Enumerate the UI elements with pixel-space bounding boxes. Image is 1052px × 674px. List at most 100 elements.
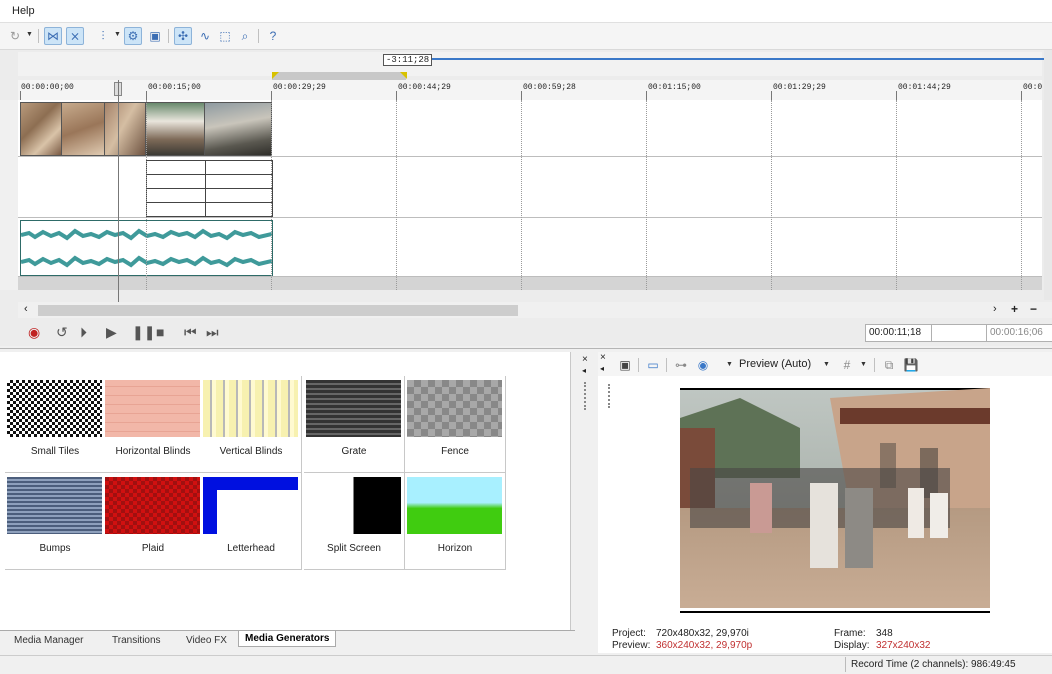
ripple-edit-icon[interactable]: ⫶ [94,27,112,45]
time-ruler[interactable]: 00:00:00;00 00:00:15;00 00:00:29;29 00:0… [18,80,1042,101]
envelope-tool-icon[interactable]: ∿ [196,27,214,45]
save-snapshot-icon[interactable]: 💾 [902,356,920,374]
generator-fence[interactable]: Fence [405,376,506,473]
generator-label: Horizontal Blinds [115,446,191,457]
project-properties-icon[interactable]: ▣ [616,356,634,374]
ruler-label: 00:01:29;29 [773,83,826,92]
pause-icon[interactable]: ❚❚ [132,324,155,341]
bumps-thumb [7,477,102,534]
generator-grate[interactable]: Grate [304,376,405,473]
empty-track-area [18,277,1042,290]
ripple-dropdown-icon[interactable]: ▼ [114,31,121,38]
frame-value: 348 [876,628,893,639]
external-monitor-icon[interactable]: ▭ [644,356,662,374]
scroll-thumb[interactable] [38,305,518,316]
checker-thumb [7,380,102,437]
preview-gripper [598,380,618,420]
close-icon[interactable]: × [600,352,606,363]
blinds-h-thumb [105,380,200,437]
quality-dropdown-icon[interactable]: ▼ [823,361,830,368]
plaid-thumb [105,477,200,534]
go-to-start-icon[interactable]: ⏮ [184,324,197,341]
record-icon[interactable]: ◉ [28,324,40,341]
tab-media-manager[interactable]: Media Manager [8,633,89,648]
whats-this-help-icon[interactable]: ? [264,27,282,45]
tab-transitions[interactable]: Transitions [106,633,167,648]
copy-snapshot-icon[interactable]: ⧉ [880,356,898,374]
lock-envelopes-icon[interactable]: ⚙ [124,27,142,45]
generated-media-event[interactable] [146,160,206,217]
loop-start-handle[interactable] [272,72,279,79]
video-clip[interactable] [104,102,146,156]
preview-info: Project: 720x480x32, 29,970i Preview: 36… [598,627,1052,653]
generator-label: Split Screen [327,543,381,554]
selection-tool-icon[interactable]: ⬚ [216,27,234,45]
close-icon[interactable]: × [582,354,588,365]
zoom-out-icon[interactable]: − [1030,302,1037,316]
preview-quality-dropdown[interactable]: Preview (Auto) [739,358,811,370]
panel-splitter[interactable]: × ◂ [576,352,596,652]
transport-bar: ◉ ↺ ⏵ ▶ ❚❚ ■ ⏮ ⏭ 00:00:11;18 00:00:16;06 [18,320,1052,346]
video-output-fx-icon[interactable]: ◉ [694,356,712,374]
video-clip[interactable] [204,102,272,156]
scroll-right-icon[interactable]: › [993,303,997,315]
cursor-time-label: -3:11;28 [383,54,433,66]
zoom-in-icon[interactable]: + [1011,302,1018,316]
generator-label: Horizon [437,543,473,554]
collapse-icon[interactable]: ◂ [600,364,604,373]
status-bar: Record Time (2 channels): 986:49:45 [0,655,1052,674]
timeline-vertical-scrollbar[interactable] [1044,50,1052,300]
go-to-end-icon[interactable]: ⏭ [206,324,219,341]
video-clip[interactable] [145,102,205,156]
generator-label: Grate [341,446,367,457]
selection-length-field[interactable]: 00:00:16;06 [986,324,1052,342]
loop-end-handle[interactable] [400,72,407,79]
gripper-icon[interactable] [584,382,588,410]
dropdown-icon[interactable]: ▼ [726,361,733,368]
play-from-start-icon[interactable]: ⏵ [80,324,87,341]
cursor-position-field[interactable]: 00:00:11;18 [865,324,932,342]
track-area[interactable] [18,100,1042,290]
ruler-label: 00:00:44;29 [398,83,451,92]
auto-crossfade-icon[interactable]: ⨯ [66,27,84,45]
generator-horizontal-blinds[interactable]: Horizontal Blinds [103,376,204,473]
loop-region[interactable] [272,72,406,80]
video-clip[interactable] [20,102,62,156]
stop-icon[interactable]: ■ [156,324,164,340]
generator-vertical-blinds[interactable]: Vertical Blinds [201,376,302,473]
generator-bumps[interactable]: Bumps [5,473,106,570]
tab-media-generators[interactable]: Media Generators [238,631,337,647]
video-clip[interactable] [61,102,105,156]
snapping-icon[interactable]: ⋈ [44,27,62,45]
ruler-label: 00:00:15;00 [148,83,201,92]
generator-horizon[interactable]: Horizon [405,473,506,570]
playhead-line [118,80,119,302]
selection-start-field[interactable] [931,324,988,342]
redo-dropdown-icon[interactable]: ▼ [26,31,33,38]
selection-line [426,58,1046,60]
redo-icon[interactable]: ↻ [6,27,24,45]
window-docking-tabs: Media Manager Transitions Video FX Media… [0,630,575,651]
generator-split-screen[interactable]: Split Screen [304,473,405,570]
ruler-label: 00:00:00;00 [21,83,74,92]
overlays-grid-icon[interactable]: # [838,356,856,374]
ruler-label: 00:01:44;29 [898,83,951,92]
ignore-grouping-icon[interactable]: ▣ [146,27,164,45]
ruler-label: 00:0 [1023,83,1043,92]
generator-small-tiles[interactable]: Small Tiles [5,376,106,473]
generator-letterhead[interactable]: Letterhead [201,473,302,570]
normal-edit-tool-icon[interactable]: ✣ [174,27,192,45]
generated-media-event[interactable] [205,160,273,217]
collapse-icon[interactable]: ◂ [582,366,586,375]
zoom-tool-icon[interactable]: ⌕ [236,27,254,45]
tab-video-fx[interactable]: Video FX [180,633,233,648]
play-icon[interactable]: ▶ [106,324,117,341]
menu-help[interactable]: Help [12,5,35,17]
split-thumb [306,477,401,534]
overlays-dropdown-icon[interactable]: ▼ [860,361,867,368]
edit-toolbar: ↻ ▼ ⋈ ⨯ ⫶ ▼ ⚙ ▣ ✣ ∿ ⬚ ⌕ ? [0,23,1052,50]
generator-plaid[interactable]: Plaid [103,473,204,570]
scroll-left-icon[interactable]: ‹ [24,303,28,315]
loop-playback-icon[interactable]: ↺ [56,324,68,341]
split-screen-view-icon[interactable]: ⊶ [672,356,690,374]
